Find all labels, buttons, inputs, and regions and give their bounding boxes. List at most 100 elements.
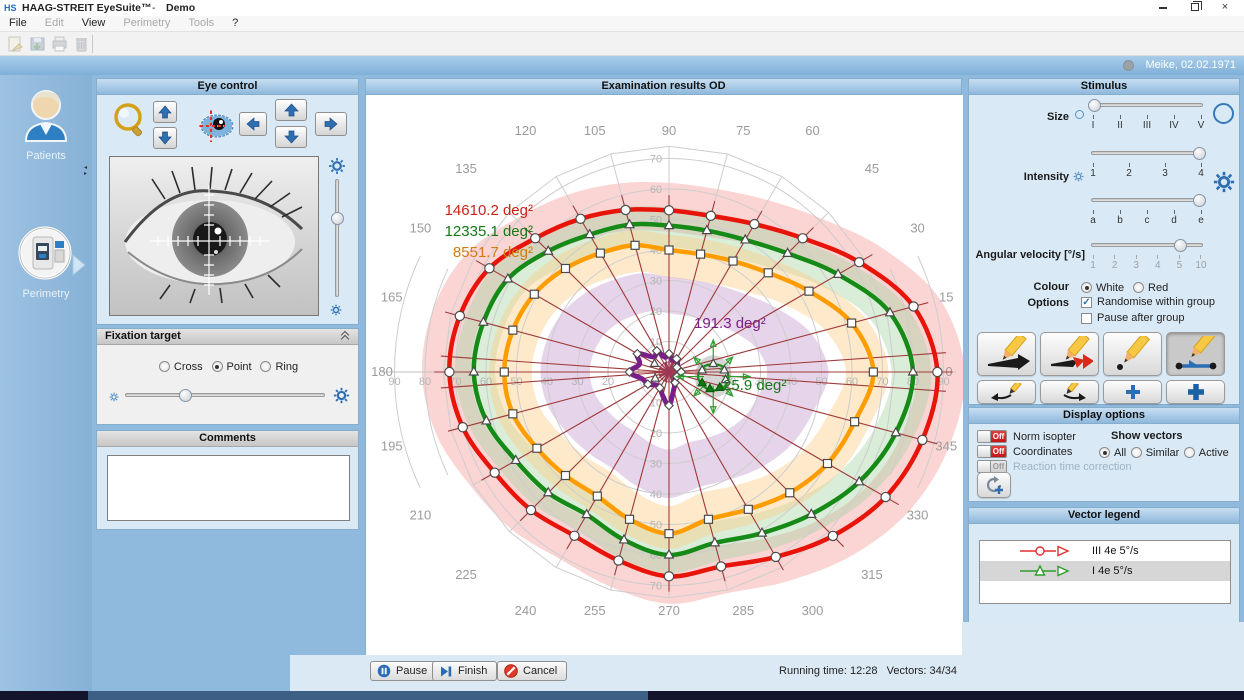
menu-tools[interactable]: Tools [179, 16, 223, 29]
svg-text:315: 315 [861, 567, 883, 582]
add-vector-tool-button[interactable] [1103, 380, 1162, 404]
svg-text:195: 195 [381, 438, 403, 453]
draw-red-vector-tool-button[interactable] [1040, 332, 1099, 376]
fixation-brightness-thumb[interactable] [179, 389, 192, 402]
size-slider-thumb[interactable] [1088, 99, 1101, 112]
comments-panel: Comments [96, 430, 359, 530]
intensity-slider[interactable] [1091, 151, 1203, 155]
svg-text:20: 20 [602, 376, 614, 388]
stimulus-size-small-icon [1075, 110, 1084, 119]
show-vectors-similar-radio[interactable]: Similar [1131, 447, 1180, 459]
fixation-brightness-low-icon [109, 389, 119, 407]
fixation-radio-ring[interactable]: Ring [260, 361, 298, 373]
collapse-chevron-icon[interactable] [342, 332, 350, 340]
finish-icon [439, 665, 453, 678]
reaction-time-state: Off [991, 461, 1006, 472]
bottom-strip-right [962, 622, 1244, 658]
delete-icon[interactable] [72, 35, 92, 53]
size-slider[interactable] [1091, 103, 1203, 107]
window-subtitle: Demo [166, 2, 195, 14]
fixation-radio-cross[interactable]: Cross [159, 361, 203, 373]
sidebar-item-patients[interactable]: Patients [0, 85, 92, 162]
randomise-label: Randomise within group [1097, 296, 1215, 308]
intensity-slider-thumb[interactable] [1193, 147, 1206, 160]
menu-edit[interactable]: Edit [36, 16, 73, 29]
draw-point-tool-button[interactable] [1103, 332, 1162, 376]
comments-input[interactable] [107, 455, 350, 521]
add-group-tool-button[interactable] [1166, 380, 1225, 404]
menu-help[interactable]: ? [223, 16, 247, 29]
show-vectors-active-radio[interactable]: Active [1184, 447, 1229, 459]
coordinates-state: Off [991, 446, 1006, 457]
intensity-sub-ticks: abcde [1087, 210, 1207, 226]
colour-radio-white[interactable]: White [1081, 282, 1124, 294]
eye-nudge-down-button[interactable] [153, 127, 177, 149]
sidebar-expand-arrow[interactable] [70, 253, 88, 277]
brightness-low-icon[interactable] [330, 303, 342, 321]
small-edit-back-tool-button[interactable] [977, 380, 1036, 404]
minimize-button[interactable] [1152, 2, 1174, 14]
show-vectors-all-radio[interactable]: All [1099, 447, 1126, 459]
eye-nudge-up-button[interactable] [153, 101, 177, 123]
camera-brightness-thumb[interactable] [331, 212, 344, 225]
window-title-separator: - [152, 2, 156, 14]
close-button[interactable]: × [1214, 2, 1236, 14]
magnifier-icon[interactable] [111, 101, 149, 144]
fixation-cross-label: Cross [174, 361, 203, 373]
menu-perimetry[interactable]: Perimetry [114, 16, 179, 29]
svg-text:30: 30 [650, 459, 662, 471]
intensity-label: Intensity [969, 171, 1069, 183]
pan-left-button[interactable] [239, 112, 267, 136]
title-bar: HS HAAG-STREIT EyeSuite™ - Demo × [0, 0, 1244, 16]
running-time-text: Running time: 12:28 [779, 665, 877, 677]
finish-button[interactable]: Finish [432, 661, 497, 681]
fixation-shape-group: Cross Point Ring [97, 359, 360, 377]
legend-row-iii4e[interactable]: III 4e 5°/s [980, 541, 1230, 561]
svg-text:60: 60 [650, 184, 662, 196]
pan-down-button[interactable] [275, 126, 307, 148]
legend-row-i4e[interactable]: I 4e 5°/s [980, 561, 1230, 581]
angular-velocity-thumb[interactable] [1174, 239, 1187, 252]
svg-text:15: 15 [939, 290, 953, 305]
pause-after-group-checkbox[interactable]: Pause after group [1081, 312, 1184, 324]
draw-line-tool-button[interactable] [1166, 332, 1225, 376]
refresh-norm-button[interactable] [977, 472, 1011, 498]
perimetry-chart-canvas[interactable]: 2020303040405050606070708080909010102020… [366, 95, 963, 656]
randomise-checkbox[interactable]: ✓Randomise within group [1081, 296, 1215, 308]
pause-button[interactable]: Pause [370, 661, 437, 681]
svg-text:120: 120 [515, 123, 537, 138]
menu-view[interactable]: View [73, 16, 115, 29]
import-icon[interactable] [6, 35, 26, 53]
panel-collapse-handle[interactable]: ◂▸ [84, 165, 87, 177]
svg-text:135: 135 [455, 161, 477, 176]
camera-brightness-slider[interactable] [335, 179, 339, 297]
svg-text:40: 40 [541, 376, 553, 388]
angular-velocity-slider[interactable] [1091, 243, 1203, 247]
comments-header: Comments [97, 431, 358, 447]
save-icon[interactable] [28, 35, 48, 53]
norm-isopter-toggle[interactable]: Off [977, 430, 1007, 443]
pan-up-button[interactable] [275, 99, 307, 121]
svg-text:25.9 deg²: 25.9 deg² [723, 377, 786, 394]
pan-right-button[interactable] [315, 112, 347, 136]
coordinates-toggle[interactable]: Off [977, 445, 1007, 458]
cancel-button[interactable]: Cancel [497, 661, 567, 681]
brightness-high-icon[interactable] [328, 157, 346, 180]
intensity-sub-slider-thumb[interactable] [1193, 194, 1206, 207]
fixation-brightness-slider[interactable] [125, 393, 325, 397]
fixation-radio-point[interactable]: Point [212, 361, 252, 373]
print-icon[interactable] [50, 35, 70, 53]
legend-green-vector-icon [1018, 564, 1070, 578]
coordinates-label: Coordinates [1013, 446, 1072, 458]
intensity-sub-slider[interactable] [1091, 198, 1203, 202]
restore-button[interactable] [1184, 2, 1206, 14]
colour-radio-red[interactable]: Red [1133, 282, 1168, 294]
menu-file[interactable]: File [0, 16, 36, 29]
taskbar-active-segment [88, 691, 648, 700]
show-vectors-active-label: Active [1199, 447, 1229, 459]
pause-button-label: Pause [396, 665, 427, 677]
coordinates-row: Off Coordinates [977, 445, 1072, 458]
small-edit-forward-tool-button[interactable] [1040, 380, 1099, 404]
draw-vector-tool-button[interactable] [977, 332, 1036, 376]
eye-tracking-target-icon[interactable] [195, 105, 237, 152]
